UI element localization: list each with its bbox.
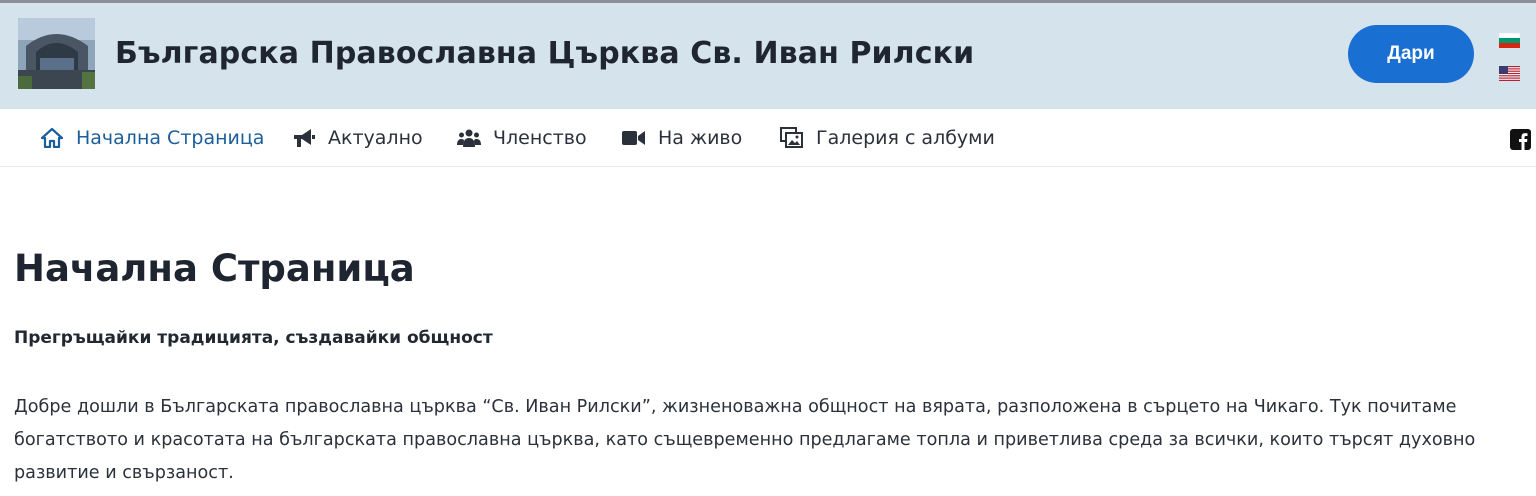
main-content: Начална Страница Прегръщайки традицията,… [0,167,1536,495]
nav-item-label: Начална Страница [76,127,265,149]
nav-item-label: Членство [493,127,587,149]
nav-item-gallery[interactable]: Галерия с албуми [780,109,995,167]
nav-item-news[interactable]: Актуално [292,109,423,167]
users-icon [457,126,481,150]
site-header: Българска Православна Църква Св. Иван Ри… [0,3,1536,109]
nav-item-label: Галерия с албуми [816,127,995,149]
photo-gallery-icon [780,126,804,150]
nav-item-home[interactable]: Начална Страница [40,109,264,167]
megaphone-icon [292,126,316,150]
bg-flag-icon[interactable] [1499,33,1520,48]
facebook-icon[interactable] [1510,129,1531,150]
nav-item-label: На живо [658,127,743,149]
page-title: Начална Страница [14,247,415,290]
us-flag-icon[interactable] [1499,66,1520,81]
church-photo-icon[interactable] [18,18,95,89]
page-subtitle: Прегръщайки традицията, създавайки общно… [14,328,493,348]
nav-item-live[interactable]: На живо [622,109,742,167]
site-title[interactable]: Българска Православна Църква Св. Иван Ри… [115,36,974,71]
nav-item-membership[interactable]: Членство [457,109,587,167]
home-icon [40,126,64,150]
intro-paragraph: Добре дошли в Българската православна цъ… [14,397,1476,483]
main-nav: Начална Страница Актуално Членство На жи… [0,109,1536,167]
donate-button[interactable]: Дари [1348,25,1474,83]
nav-item-label: Актуално [328,127,423,149]
video-camera-icon [622,126,646,150]
